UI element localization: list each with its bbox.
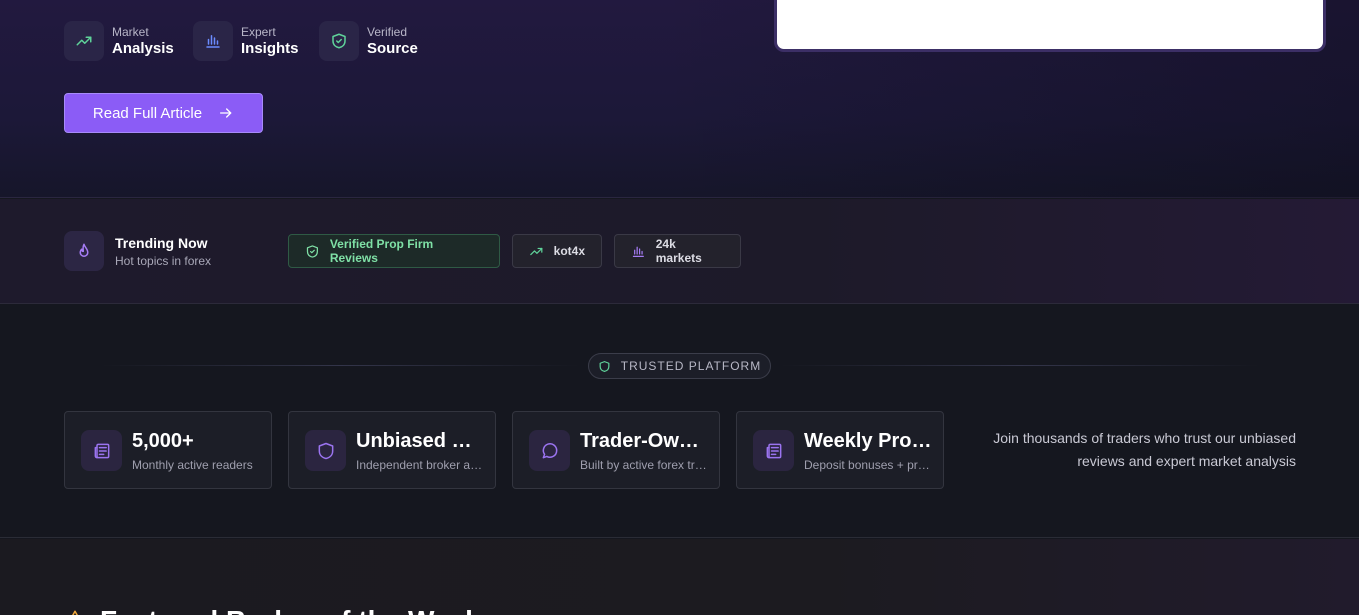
chip-verified-prop-firm-reviews[interactable]: Verified Prop Firm Reviews	[288, 234, 500, 268]
feature-big-label: Insights	[241, 40, 299, 57]
feature-small-label: Verified	[367, 25, 408, 39]
trusted-platform-badge: TRUSTED PLATFORM	[588, 353, 771, 379]
shield-icon	[305, 430, 346, 471]
badge-label: TRUSTED PLATFORM	[620, 359, 762, 373]
feature-market-analysis: Market Analysis	[64, 21, 174, 61]
shield-icon	[599, 360, 610, 372]
stat-title: 5,000+	[132, 430, 194, 452]
join-text: Join thousands of traders who trust our …	[993, 430, 1296, 469]
feature-small-label: Market	[112, 25, 149, 39]
bar-chart-icon	[632, 246, 644, 257]
newspaper-icon	[81, 430, 122, 471]
stat-subtitle: Built by active forex traders	[580, 458, 708, 472]
bar-chart-icon	[193, 21, 233, 61]
stat-subtitle: Monthly active readers	[132, 458, 253, 472]
flame-icon	[64, 231, 104, 271]
feature-big-label: Source	[367, 40, 418, 57]
stat-subtitle: Deposit bonuses + promotions	[804, 458, 932, 472]
trending-up-icon	[530, 247, 543, 255]
trending-title: Trending Now	[115, 235, 208, 251]
divider-left	[100, 365, 580, 366]
chip-label: kot4x	[553, 244, 585, 258]
chat-icon	[529, 430, 570, 471]
arrow-right-icon	[218, 105, 234, 121]
trending-up-icon	[64, 21, 104, 61]
warning-icon	[66, 609, 84, 615]
read-full-article-button[interactable]: Read Full Article	[64, 93, 263, 133]
stat-title: Weekly Promos	[804, 430, 932, 452]
shield-check-icon	[319, 21, 359, 61]
newspaper-icon	[753, 430, 794, 471]
shield-check-icon	[306, 244, 318, 258]
chip-label: Verified Prop Firm Reviews	[329, 237, 434, 265]
stat-card-trader-owned: Trader-Owned Built by active forex trade…	[512, 411, 720, 489]
stat-card-readers: 5,000+ Monthly active readers	[64, 411, 272, 489]
hero-section: Market Analysis Expert Insights Verified…	[0, 0, 1359, 198]
feature-verified-source: Verified Source	[319, 21, 418, 61]
stat-card-unbiased: Unbiased Reviews Independent broker anal…	[288, 411, 496, 489]
feature-expert-insights: Expert Insights	[193, 21, 299, 61]
stat-card-weekly-promos: Weekly Promos Deposit bonuses + promotio…	[736, 411, 944, 489]
chip-label: 24k markets	[655, 237, 702, 265]
chip-kot4x[interactable]: kot4x	[512, 234, 602, 268]
chip-24k-markets[interactable]: 24k markets	[614, 234, 741, 268]
featured-title: Featured Broker of the Week	[100, 605, 481, 615]
article-preview-card	[774, 0, 1326, 52]
trending-bar: Trending Now Hot topics in forex Verifie…	[0, 199, 1359, 304]
featured-broker-section: Featured Broker of the Week	[0, 539, 1359, 615]
trust-section: TRUSTED PLATFORM 5,000+ Monthly active r…	[0, 305, 1359, 538]
divider-right	[780, 365, 1260, 366]
stat-subtitle: Independent broker analysis	[356, 458, 484, 472]
stat-title: Trader-Owned	[580, 430, 708, 452]
stat-title: Unbiased Reviews	[356, 430, 484, 452]
feature-big-label: Analysis	[112, 40, 174, 57]
feature-small-label: Expert	[241, 25, 276, 39]
read-button-label: Read Full Article	[92, 104, 203, 122]
trending-subtitle: Hot topics in forex	[115, 254, 212, 268]
